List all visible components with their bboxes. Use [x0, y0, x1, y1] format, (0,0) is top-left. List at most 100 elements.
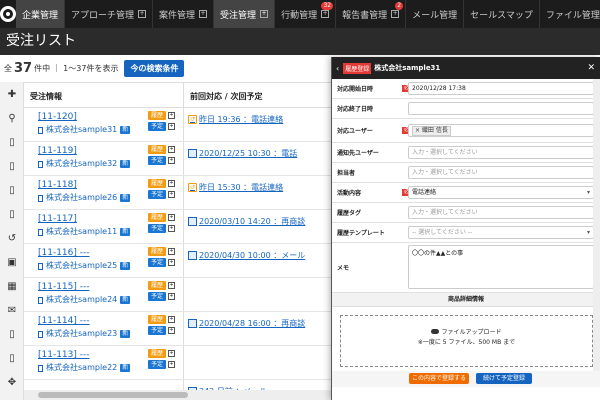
owner-input[interactable]: 入力・選択してください [408, 166, 594, 179]
add-icon[interactable]: + [168, 316, 175, 323]
external-open-icon[interactable]: + [260, 10, 269, 18]
external-open-icon[interactable]: + [321, 10, 330, 18]
logo-icon[interactable] [0, 0, 16, 28]
schedule-tag[interactable]: 予定 + [148, 292, 182, 301]
mail-icon[interactable]: ✉ [0, 298, 24, 322]
history-tag[interactable]: 履歴 + [148, 111, 182, 120]
history-tag[interactable]: 履歴 + [148, 213, 182, 222]
move-icon[interactable]: ✥ [0, 370, 24, 394]
activity-link[interactable]: 2020/04/28 16:00 ：再商談 [188, 318, 334, 329]
table-row[interactable]: [11-116] --- 株式会社sample25 新履歴 + 予定 +2020/04/3… [24, 244, 334, 278]
user-select[interactable]: × 織田 信長 [408, 124, 594, 137]
register-button[interactable]: この内容で登録する [409, 373, 469, 384]
table-row[interactable]: [11-119] 株式会社sample32 新履歴 + 予定 +2020/12/25 10… [24, 142, 334, 176]
table-row[interactable]: [11-118] 株式会社sample26 新履歴 + 予定 + ↺ 昨日 15:30 ：電話… [24, 176, 334, 210]
activity-link[interactable]: ↺ 昨日 15:30 ：電話連絡 [188, 182, 334, 193]
document-check-icon[interactable]: ▯ [0, 154, 24, 178]
product-detail-section[interactable]: 商品詳細情報 [332, 293, 600, 307]
add-icon[interactable]: + [168, 282, 175, 289]
back-arrow-icon[interactable]: ‹ [336, 64, 339, 73]
user-chip[interactable]: × 織田 信長 [412, 126, 451, 136]
activity-select[interactable]: 電話連絡 ▾ [408, 186, 594, 199]
history-tag[interactable]: 履歴 + [148, 281, 182, 290]
history-tag-input[interactable]: 入力・選択してください [408, 206, 594, 219]
table-row[interactable]: 242 日前 ：メール [24, 380, 334, 390]
nav-tab[interactable]: 案件管理 + [153, 0, 215, 28]
nav-tab[interactable]: ファイル管理 [540, 0, 600, 28]
activity-text: 昨日 15:30 ：電話連絡 [199, 183, 284, 192]
document-text-icon[interactable]: ▯ [0, 178, 24, 202]
activity-link[interactable]: 2020/03/10 14:20 ：再商談 [188, 216, 334, 227]
add-icon[interactable]: + [168, 112, 175, 119]
schedule-tag[interactable]: 予定 + [148, 224, 182, 233]
table-row[interactable]: [11-114] --- 株式会社sample23 新履歴 + 予定 +2020/04/2… [24, 312, 334, 346]
current-search-button[interactable]: 今の検索条件 [124, 60, 185, 77]
add-icon[interactable]: + [168, 361, 175, 368]
nav-tab[interactable]: アプローチ管理 + [65, 0, 154, 28]
start-datetime-input[interactable]: 2020/12/28 17:38 [408, 82, 594, 95]
schedule-tag[interactable]: 予定 + [148, 156, 182, 165]
nav-tab[interactable]: 受注管理 + [214, 0, 276, 28]
add-icon[interactable]: + [168, 191, 175, 198]
nav-tab[interactable]: 報告書管理 +2 [336, 0, 407, 28]
notify-user-input[interactable]: 入力・選択してください [408, 146, 594, 159]
add-icon[interactable]: + [168, 350, 175, 357]
close-icon[interactable]: ✕ [587, 63, 595, 73]
external-open-icon[interactable]: + [138, 10, 147, 18]
history-tag[interactable]: 履歴 + [148, 349, 182, 358]
external-open-icon[interactable]: + [199, 10, 208, 18]
file-report-icon[interactable]: ▯ [0, 346, 24, 370]
scrollbar-thumb[interactable] [38, 392, 188, 398]
activity-link[interactable]: ↺ 昨日 19:36 ：電話連絡 [188, 114, 334, 125]
add-icon[interactable]: + [168, 157, 175, 164]
horizontal-scrollbar[interactable] [24, 390, 334, 400]
nav-tab[interactable]: セールスマップ [464, 0, 540, 28]
table-row[interactable]: [11-120] 株式会社sample31 新履歴 + 予定 + ↺ 昨日 19:36 ：電話… [24, 108, 334, 142]
table-header: 受注情報 前回対応 / 次回予定 [24, 83, 334, 108]
calendar-add-icon[interactable]: ▣ [0, 250, 24, 274]
external-open-icon[interactable]: + [391, 10, 400, 18]
schedule-tag[interactable]: 予定 + [148, 326, 182, 335]
add-icon[interactable]: + [168, 259, 175, 266]
file-upload-dropzone[interactable]: ファイルアップロード ※一度に 5 ファイル、500 MB まで [340, 315, 593, 367]
table-row[interactable]: [11-115] --- 株式会社sample24 新履歴 + 予定 + [24, 278, 334, 312]
history-tag[interactable]: 履歴 + [148, 145, 182, 154]
template-select[interactable]: -- 選択してください -- ▾ [408, 226, 594, 239]
add-icon[interactable]: + [168, 327, 175, 334]
add-icon[interactable]: + [168, 214, 175, 221]
add-icon[interactable]: ✚ [0, 82, 24, 106]
add-icon[interactable]: + [168, 225, 175, 232]
schedule-tag[interactable]: 予定 + [148, 122, 182, 131]
schedule-tag[interactable]: 予定 + [148, 258, 182, 267]
panel-scrollbar[interactable] [593, 79, 600, 371]
table-row[interactable]: [11-117] 株式会社sample11 新履歴 + 予定 +2020/03/10 14… [24, 210, 334, 244]
add-icon[interactable]: + [168, 123, 175, 130]
add-icon[interactable]: + [168, 180, 175, 187]
document-icon[interactable]: ▯ [0, 130, 24, 154]
history-tag[interactable]: 履歴 + [148, 315, 182, 324]
activity-cell: 242 日前 ：メール [184, 380, 334, 390]
history-icon[interactable]: ↺ [0, 226, 24, 250]
document-edit-icon[interactable]: ▯ [0, 202, 24, 226]
add-icon[interactable]: + [168, 146, 175, 153]
table-row[interactable]: [11-113] --- 株式会社sample22 新履歴 + 予定 + [24, 346, 334, 380]
schedule-tag[interactable]: 予定 + [148, 190, 182, 199]
memo-textarea[interactable]: 〇〇の件▲▲との事 [408, 245, 594, 289]
search-icon[interactable]: ⚲ [0, 106, 24, 130]
activity-link[interactable]: 2020/12/25 10:30 ：電話 [188, 148, 334, 159]
nav-tab[interactable]: 企業管理 [16, 0, 66, 28]
history-tag[interactable]: 履歴 + [148, 247, 182, 256]
file-export-icon[interactable]: ▯ [0, 322, 24, 346]
add-icon[interactable]: + [168, 248, 175, 255]
end-datetime-input[interactable] [408, 102, 594, 115]
activity-link[interactable]: 2020/04/30 10:00 ：メール [188, 250, 334, 261]
history-tag[interactable]: 履歴 + [148, 179, 182, 188]
order-info-cell: [11-113] --- 株式会社sample22 新履歴 + 予定 + [24, 346, 184, 379]
register-next-schedule-button[interactable]: 続けて予定登録 [476, 373, 532, 384]
field-label: 活動内容 [337, 190, 362, 197]
table-icon[interactable]: ▦ [0, 274, 24, 298]
nav-tab[interactable]: メール管理 [406, 0, 465, 28]
nav-tab[interactable]: 行動管理 +32 [275, 0, 337, 28]
add-icon[interactable]: + [168, 293, 175, 300]
schedule-tag[interactable]: 予定 + [148, 360, 182, 369]
